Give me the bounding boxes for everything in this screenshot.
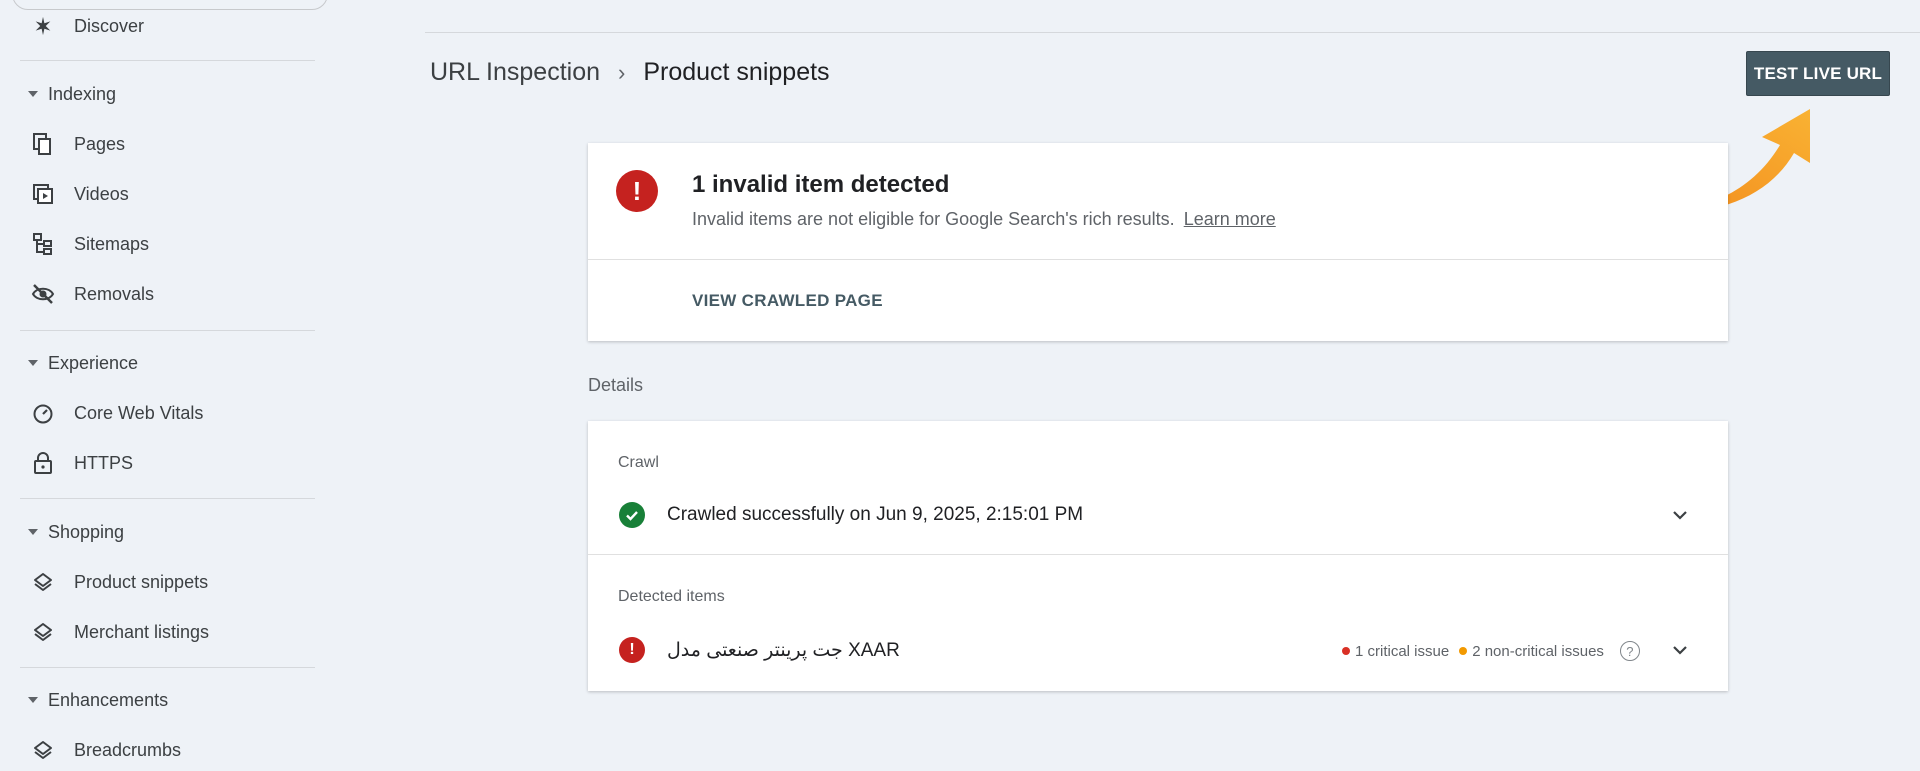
breadcrumb-parent-link[interactable]: URL Inspection: [430, 58, 600, 87]
videos-icon: [30, 181, 56, 207]
removals-icon: [30, 281, 56, 307]
sitemaps-icon: [30, 231, 56, 257]
sidebar-item-merchant-listings[interactable]: Merchant listings: [20, 612, 320, 652]
discover-icon: [30, 13, 56, 39]
sidebar-divider: [20, 498, 315, 499]
sidebar-item-label: Discover: [74, 15, 145, 36]
sidebar-item-label: Sitemaps: [74, 233, 150, 254]
summary-card: ! 1 invalid item detected Invalid items …: [588, 143, 1728, 341]
sidebar-item-label: Pages: [74, 133, 126, 154]
sidebar-section-title: Enhancements: [48, 689, 169, 710]
crawl-section-title: Crawl: [618, 454, 659, 471]
sidebar-item-label: Breadcrumbs: [74, 739, 182, 760]
critical-dot-icon: [1342, 647, 1350, 655]
layers-icon: [30, 737, 56, 763]
caret-down-icon: [28, 91, 38, 97]
sidebar-section-title: Shopping: [48, 521, 125, 542]
critical-issue-badge: 1 critical issue: [1342, 643, 1449, 660]
sidebar-item-label: Core Web Vitals: [74, 402, 204, 423]
caret-down-icon: [28, 360, 38, 366]
breadcrumb: URL Inspection › Product snippets: [430, 58, 830, 87]
critical-issue-text: 1 critical issue: [1355, 642, 1450, 660]
detected-item-name[interactable]: جت پرینتر صنعتی مدل XAAR: [667, 639, 900, 662]
sidebar-section-title: Indexing: [48, 83, 117, 104]
sidebar-item-videos[interactable]: Videos: [20, 174, 320, 214]
crawl-section: Crawl Crawled successfully on Jun 9, 202…: [588, 421, 1728, 555]
issue-summary: 1 critical issue 2 non-critical issues ?: [1342, 641, 1640, 661]
sidebar-section-title: Experience: [48, 352, 139, 373]
detected-items-section: Detected items ! جت پرینتر صنعتی مدل XAA…: [588, 555, 1728, 691]
gauge-icon: [30, 400, 56, 426]
details-card: Crawl Crawled successfully on Jun 9, 202…: [588, 421, 1728, 691]
help-icon[interactable]: ?: [1619, 641, 1640, 661]
summary-header: ! 1 invalid item detected Invalid items …: [588, 143, 1728, 260]
sidebar-item-label: Removals: [74, 283, 155, 304]
sidebar-divider: [20, 667, 315, 668]
caret-down-icon: [28, 697, 38, 703]
sidebar-item-core-web-vitals[interactable]: Core Web Vitals: [20, 393, 320, 433]
sidebar-item-product-snippets[interactable]: Product snippets: [20, 562, 320, 602]
warning-dot-icon: [1459, 647, 1468, 655]
non-critical-issue-badge: 2 non-critical issues: [1459, 643, 1604, 660]
sidebar-item-label: Product snippets: [74, 571, 209, 592]
sidebar-item-label: HTTPS: [74, 452, 134, 473]
crawl-status-text: Crawled successfully on Jun 9, 2025, 2:1…: [667, 504, 1084, 525]
caret-down-icon: [28, 529, 38, 535]
pages-icon: [30, 131, 56, 157]
sidebar-divider: [20, 330, 315, 331]
layers-icon: [30, 569, 56, 595]
chevron-down-icon[interactable]: [1668, 503, 1692, 527]
sidebar-item-https[interactable]: HTTPS: [20, 443, 320, 483]
page-title: Product snippets: [643, 58, 830, 86]
summary-title: 1 invalid item detected: [692, 171, 950, 198]
error-icon: !: [616, 170, 658, 212]
detected-items-title: Detected items: [618, 588, 725, 605]
test-live-url-button[interactable]: TEST LIVE URL: [1746, 51, 1890, 96]
sidebar: Discover Indexing Pages Videos Sitemaps …: [0, 0, 330, 771]
non-critical-issue-text: 2 non-critical issues: [1472, 642, 1604, 660]
summary-subtitle: Invalid items are not eligible for Googl…: [692, 209, 1276, 230]
view-crawled-page-button[interactable]: VIEW CRAWLED PAGE: [692, 291, 883, 311]
sidebar-divider: [20, 60, 315, 61]
sidebar-section-indexing[interactable]: Indexing: [20, 77, 320, 111]
sidebar-section-shopping[interactable]: Shopping: [20, 515, 320, 549]
check-circle-icon: [619, 502, 645, 528]
sidebar-section-experience[interactable]: Experience: [20, 346, 320, 380]
chevron-right-icon: ›: [618, 59, 626, 85]
sidebar-item-breadcrumbs[interactable]: Breadcrumbs: [20, 730, 320, 770]
sidebar-item-label: Videos: [74, 183, 129, 204]
layers-icon: [30, 619, 56, 645]
header-divider: [425, 32, 1920, 33]
sidebar-item-removals[interactable]: Removals: [20, 274, 320, 314]
lock-icon: [30, 450, 56, 476]
sidebar-item-sitemaps[interactable]: Sitemaps: [20, 224, 320, 264]
summary-subtitle-text: Invalid items are not eligible for Googl…: [692, 209, 1175, 229]
sidebar-section-enhancements[interactable]: Enhancements: [20, 683, 320, 717]
learn-more-link[interactable]: Learn more: [1184, 209, 1276, 229]
sidebar-item-label: Merchant listings: [74, 621, 210, 642]
details-heading: Details: [588, 375, 644, 395]
error-icon: !: [619, 637, 645, 663]
sidebar-item-pages[interactable]: Pages: [20, 124, 320, 164]
sidebar-item-discover[interactable]: Discover: [20, 6, 320, 46]
chevron-down-icon[interactable]: [1668, 638, 1692, 662]
